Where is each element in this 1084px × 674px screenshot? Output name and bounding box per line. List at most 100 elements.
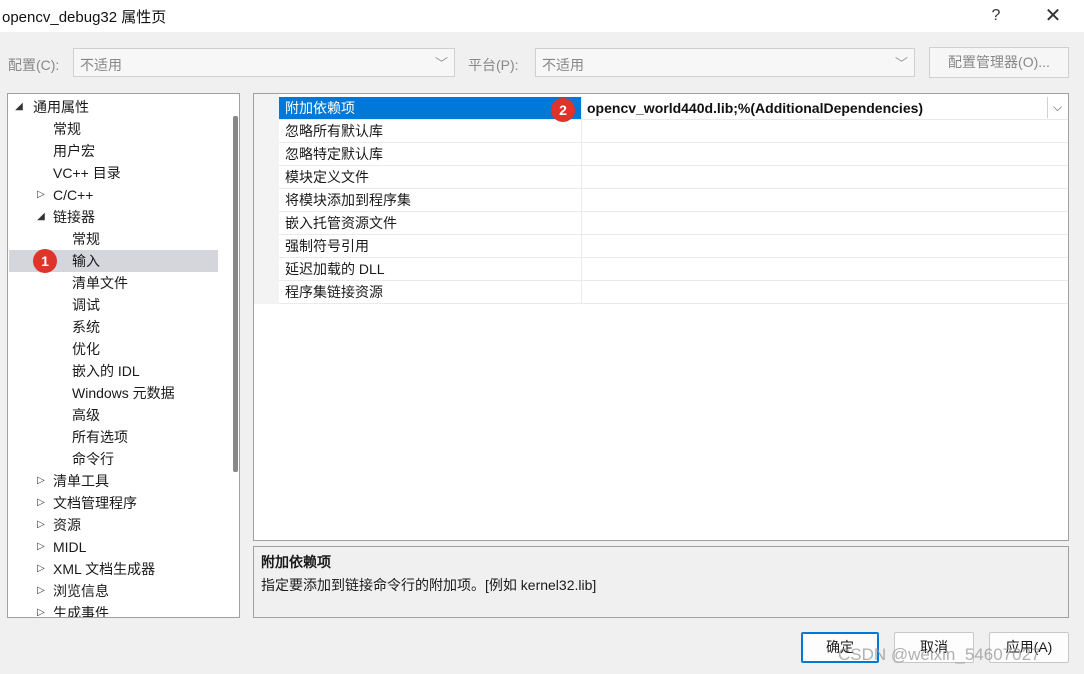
- tree-item-label: 通用属性: [33, 99, 89, 115]
- config-label: 配置(C):: [8, 57, 60, 73]
- title-bar: opencv_debug32 属性页 ? ✕: [0, 0, 1084, 32]
- grid-row-value[interactable]: [582, 281, 1068, 303]
- grid-row-value[interactable]: [582, 143, 1068, 165]
- tree-item-all-options[interactable]: 所有选项: [9, 426, 218, 448]
- platform-select[interactable]: 不适用 ﹀: [535, 48, 915, 77]
- tree-item-cpp[interactable]: ▷ C/C++: [9, 184, 218, 206]
- collapse-icon[interactable]: ◢: [13, 96, 25, 118]
- tree-item-label: 清单文件: [72, 275, 128, 291]
- tree-item-label: 优化: [72, 341, 100, 357]
- expand-icon[interactable]: ▷: [35, 580, 47, 602]
- grid-row-ignore-all-default-libs[interactable]: 忽略所有默认库: [279, 120, 1068, 143]
- grid-row-name: 附加依赖项: [279, 97, 582, 119]
- tree-item-windows-metadata[interactable]: Windows 元数据: [9, 382, 218, 404]
- tree-item-system[interactable]: 系统: [9, 316, 218, 338]
- annotation-marker-1: 1: [33, 249, 57, 273]
- expand-icon[interactable]: ▷: [35, 470, 47, 492]
- grid-row-name: 强制符号引用: [279, 235, 582, 257]
- tree-item-label: 生成事件: [53, 605, 109, 618]
- property-tree[interactable]: ◢ 通用属性 常规 用户宏 VC++ 目录 ▷ C/C++ ◢ 链接器 常规 1…: [7, 93, 240, 618]
- grid-row-assembly-link-resource[interactable]: 程序集链接资源: [279, 281, 1068, 304]
- tree-item-label: 嵌入的 IDL: [72, 363, 140, 379]
- tree-item-label: 系统: [72, 319, 100, 335]
- grid-row-delay-loaded-dlls[interactable]: 延迟加载的 DLL: [279, 258, 1068, 281]
- tree-item-label: MIDL: [53, 539, 87, 555]
- tree-item-debugging[interactable]: 调试: [9, 294, 218, 316]
- collapse-icon[interactable]: ◢: [35, 206, 47, 228]
- tree-item-linker-input[interactable]: 1 输入: [9, 249, 218, 273]
- grid-row-value[interactable]: [582, 166, 1068, 188]
- tree-item-label: 清单工具: [53, 473, 109, 489]
- tree-item-embedded-idl[interactable]: 嵌入的 IDL: [9, 360, 218, 382]
- tree-item-label: 调试: [72, 297, 100, 313]
- tree-item-label: 命令行: [72, 451, 114, 467]
- config-select[interactable]: 不适用 ﹀: [73, 48, 455, 77]
- tree-item-vc-directories[interactable]: VC++ 目录: [9, 162, 218, 184]
- tree-item-advanced[interactable]: 高级: [9, 404, 218, 426]
- tree-item-resources[interactable]: ▷ 资源: [9, 514, 218, 536]
- tree-item-label: 文档管理程序: [53, 495, 137, 511]
- tree-item-user-macros[interactable]: 用户宏: [9, 140, 218, 162]
- description-title: 附加依赖项: [261, 554, 331, 570]
- platform-label: 平台(P):: [468, 57, 519, 73]
- tree-item-label: 浏览信息: [53, 583, 109, 599]
- grid-row-name: 嵌入托管资源文件: [279, 212, 582, 234]
- grid-row-name: 延迟加载的 DLL: [279, 258, 582, 280]
- tree-item-common-properties[interactable]: ◢ 通用属性: [9, 96, 218, 118]
- tree-item-linker[interactable]: ◢ 链接器: [9, 206, 218, 228]
- property-grid[interactable]: 附加依赖项 opencv_world440d.lib;%(AdditionalD…: [253, 93, 1069, 541]
- grid-row-name: 将模块添加到程序集: [279, 189, 582, 211]
- tree-item-xdc-make[interactable]: ▷ 文档管理程序: [9, 492, 218, 514]
- chevron-down-icon: ﹀: [894, 56, 908, 71]
- tree-item-build-events[interactable]: ▷ 生成事件: [9, 602, 218, 618]
- watermark: CSDN @weixin_54607027: [838, 645, 1041, 664]
- close-button[interactable]: ✕: [1038, 4, 1068, 28]
- description-text: 指定要添加到链接命令行的附加项。[例如 kernel32.lib]: [261, 577, 597, 593]
- grid-row-module-definition-file[interactable]: 模块定义文件: [279, 166, 1068, 189]
- tree-item-label: C/C++: [53, 187, 94, 203]
- tree-item-label: Windows 元数据: [72, 385, 175, 401]
- grid-row-value[interactable]: [582, 258, 1068, 280]
- grid-row-embed-managed-resource[interactable]: 嵌入托管资源文件: [279, 212, 1068, 235]
- tree-item-manifest-tool[interactable]: ▷ 清单工具: [9, 470, 218, 492]
- grid-row-name: 模块定义文件: [279, 166, 582, 188]
- chevron-down-icon[interactable]: ⌵: [1047, 97, 1067, 118]
- tree-item-midl[interactable]: ▷ MIDL: [9, 536, 218, 558]
- help-button[interactable]: ?: [982, 4, 1010, 28]
- grid-row-value[interactable]: [582, 235, 1068, 257]
- chevron-down-icon: ﹀: [434, 56, 448, 71]
- expand-icon[interactable]: ▷: [35, 514, 47, 536]
- tree-item-label: 常规: [53, 121, 81, 137]
- description-pane: 附加依赖项 指定要添加到链接命令行的附加项。[例如 kernel32.lib]: [253, 546, 1069, 618]
- expand-icon[interactable]: ▷: [35, 492, 47, 514]
- tree-item-optimization[interactable]: 优化: [9, 338, 218, 360]
- tree-item-label: VC++ 目录: [53, 165, 121, 181]
- tree-item-label: 用户宏: [53, 143, 95, 159]
- tree-item-label: XML 文档生成器: [53, 561, 156, 577]
- tree-scrollbar[interactable]: [233, 116, 238, 472]
- tree-item-command-line[interactable]: 命令行: [9, 448, 218, 470]
- expand-icon[interactable]: ▷: [35, 536, 47, 558]
- grid-row-add-module-to-assembly[interactable]: 将模块添加到程序集: [279, 189, 1068, 212]
- expand-icon[interactable]: ▷: [35, 184, 47, 206]
- tree-item-manifest-file[interactable]: 清单文件: [9, 272, 218, 294]
- grid-row-value[interactable]: opencv_world440d.lib;%(AdditionalDepende…: [582, 97, 1068, 119]
- tree-item-browse-info[interactable]: ▷ 浏览信息: [9, 580, 218, 602]
- grid-row-value[interactable]: [582, 189, 1068, 211]
- grid-row-ignore-specific-default-libs[interactable]: 忽略特定默认库: [279, 143, 1068, 166]
- tree-item-general[interactable]: 常规: [9, 118, 218, 140]
- annotation-marker-2: 2: [551, 98, 575, 122]
- config-select-value: 不适用: [80, 57, 122, 73]
- grid-row-name: 忽略特定默认库: [279, 143, 582, 165]
- grid-row-value[interactable]: [582, 120, 1068, 142]
- grid-row-value[interactable]: [582, 212, 1068, 234]
- config-manager-button[interactable]: 配置管理器(O)...: [929, 47, 1069, 78]
- grid-gutter: [254, 94, 279, 304]
- expand-icon[interactable]: ▷: [35, 558, 47, 580]
- tree-item-linker-general[interactable]: 常规: [9, 228, 218, 250]
- grid-row-additional-dependencies[interactable]: 附加依赖项 opencv_world440d.lib;%(AdditionalD…: [279, 97, 1068, 120]
- grid-row-name: 忽略所有默认库: [279, 120, 582, 142]
- expand-icon[interactable]: ▷: [35, 602, 47, 617]
- tree-item-xml-doc-generator[interactable]: ▷ XML 文档生成器: [9, 558, 218, 580]
- grid-row-force-symbol-references[interactable]: 强制符号引用: [279, 235, 1068, 258]
